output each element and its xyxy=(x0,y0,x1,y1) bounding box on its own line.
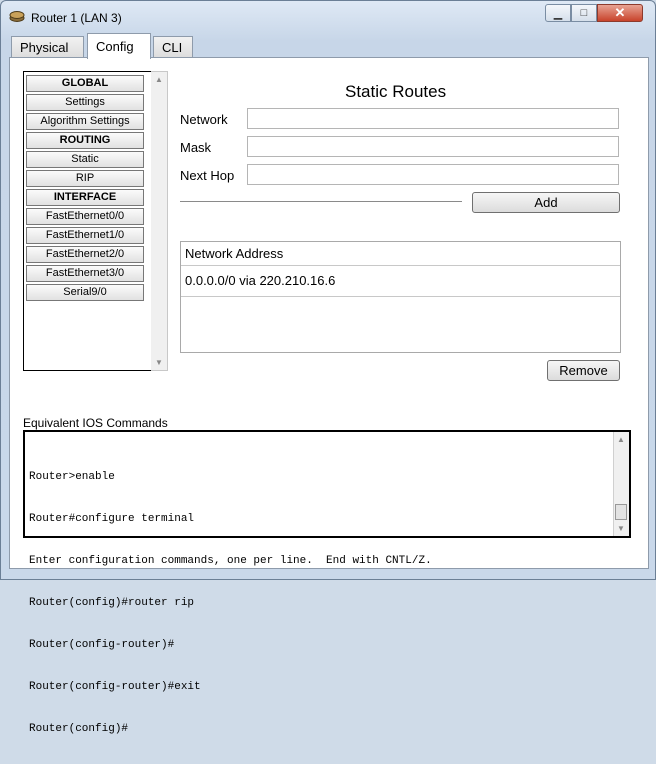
config-panel: GLOBAL Settings Algorithm Settings ROUTI… xyxy=(9,57,649,735)
window-title: Router 1 (LAN 3) xyxy=(31,11,122,25)
maximize-button[interactable]: □ xyxy=(571,4,597,22)
console-line: Enter configuration commands, one per li… xyxy=(29,555,432,567)
console-scrollbar[interactable]: ▲ ▼ xyxy=(613,432,629,536)
nav-item-fastethernet3-0[interactable]: FastEthernet3/0 xyxy=(26,265,144,282)
console-scroll-down-icon[interactable]: ▼ xyxy=(617,524,625,533)
route-table: Network Address 0.0.0.0/0 via 220.210.16… xyxy=(180,241,621,353)
nav-item-fastethernet1-0[interactable]: FastEthernet1/0 xyxy=(26,227,144,244)
route-table-header: Network Address xyxy=(181,242,620,266)
minimize-button[interactable]: ▁ xyxy=(545,4,571,22)
nav-header-global: GLOBAL xyxy=(26,75,144,92)
console-line: Router(config)#router rip xyxy=(29,597,195,609)
nav-item-serial9-0[interactable]: Serial9/0 xyxy=(26,284,144,301)
maximize-icon: □ xyxy=(580,7,588,19)
nav-item-rip[interactable]: RIP xyxy=(26,170,144,187)
nav-item-static[interactable]: Static xyxy=(26,151,144,168)
console-line: Router(config-router)# xyxy=(29,639,175,651)
next-hop-label: Next Hop xyxy=(180,168,235,183)
router-icon xyxy=(9,11,25,22)
console-line: Router>enable xyxy=(29,471,115,483)
console-line: Router#configure terminal xyxy=(29,513,195,525)
nav-header-routing: ROUTING xyxy=(26,132,144,149)
nav-item-fastethernet0-0[interactable]: FastEthernet0/0 xyxy=(26,208,144,225)
close-icon: ✕ xyxy=(614,5,626,20)
router-config-window: Router 1 (LAN 3) ▁ □ ✕ Physical Config C… xyxy=(0,0,656,735)
mask-label: Mask xyxy=(180,140,212,155)
route-row[interactable]: 0.0.0.0/0 via 220.210.16.6 xyxy=(181,266,620,297)
nav-item-settings[interactable]: Settings xyxy=(26,94,144,111)
console-text: Router>enable Router#configure terminal … xyxy=(29,442,609,764)
mask-input[interactable] xyxy=(247,136,619,157)
ios-commands-console[interactable]: Router>enable Router#configure terminal … xyxy=(23,430,631,735)
divider xyxy=(180,201,462,203)
nav-scrollbar[interactable]: ▲ ▼ xyxy=(151,71,168,371)
scroll-up-icon[interactable]: ▲ xyxy=(155,75,163,84)
network-input[interactable] xyxy=(247,108,619,129)
next-hop-input[interactable] xyxy=(247,164,619,185)
ios-commands-label: Equivalent IOS Commands xyxy=(23,416,168,430)
nav-item-algorithm-settings[interactable]: Algorithm Settings xyxy=(26,113,144,130)
network-label: Network xyxy=(180,112,228,127)
console-line: Router(config-router)#exit xyxy=(29,681,201,693)
title-bar[interactable]: Router 1 (LAN 3) ▁ □ ✕ xyxy=(1,1,655,33)
nav-header-interface: INTERFACE xyxy=(26,189,144,206)
tab-config[interactable]: Config xyxy=(87,33,151,59)
tab-physical[interactable]: Physical xyxy=(11,36,84,58)
remove-button[interactable]: Remove xyxy=(547,360,620,381)
console-line: Router(config)# xyxy=(29,723,129,735)
console-scroll-up-icon[interactable]: ▲ xyxy=(617,435,625,444)
config-nav-list: GLOBAL Settings Algorithm Settings ROUTI… xyxy=(23,71,163,371)
console-scroll-thumb[interactable] xyxy=(615,504,627,520)
scroll-down-icon[interactable]: ▼ xyxy=(155,358,163,367)
add-button[interactable]: Add xyxy=(472,192,620,213)
close-button[interactable]: ✕ xyxy=(597,4,643,22)
static-routes-title: Static Routes xyxy=(345,82,447,101)
tab-cli[interactable]: CLI xyxy=(153,36,193,58)
nav-item-fastethernet2-0[interactable]: FastEthernet2/0 xyxy=(26,246,144,263)
minimize-icon: ▁ xyxy=(553,7,563,20)
